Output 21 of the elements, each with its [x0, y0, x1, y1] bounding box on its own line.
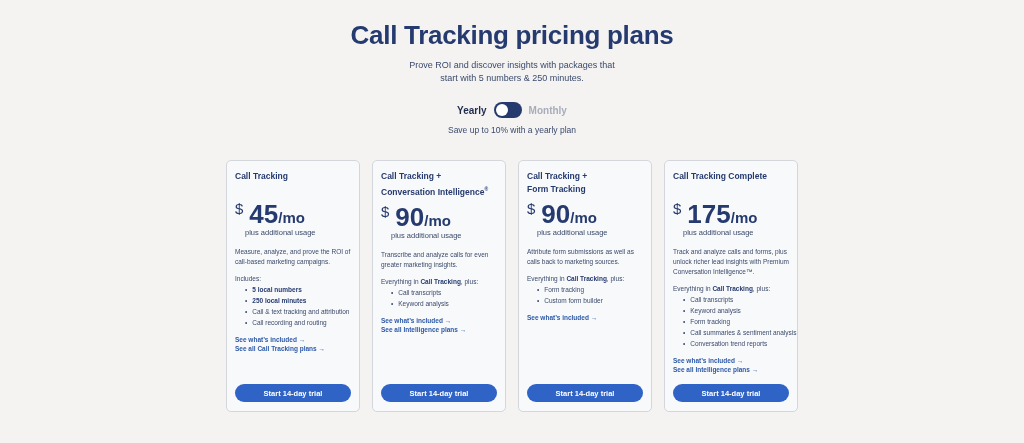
currency-symbol: $ — [673, 200, 682, 217]
plan-name: Call Tracking + Form Tracking — [527, 170, 589, 196]
currency-symbol: $ — [235, 200, 244, 217]
plan-price: 45 — [249, 200, 279, 228]
billing-toggle[interactable] — [493, 102, 522, 118]
plan-price: 90 — [541, 200, 571, 228]
savings-note: Save up to 10% with a yearly plan — [447, 125, 577, 135]
page-subtitle: Prove ROI and discover insights with packages that start with 5 numbers & 250 minutes. — [408, 59, 616, 85]
price-period: /mo — [278, 209, 305, 226]
plan-name: Call Tracking — [235, 170, 289, 183]
currency-symbol: $ — [527, 200, 536, 217]
currency-symbol: $ — [381, 202, 390, 220]
yearly-option[interactable]: Yearly — [457, 104, 487, 116]
plan-name: Call Tracking Complete — [673, 170, 768, 183]
price-period: /mo — [570, 209, 597, 226]
price-period: /mo — [424, 211, 451, 229]
page-title: Call Tracking pricing plans — [350, 20, 674, 51]
price-period: /mo — [730, 209, 758, 226]
plan-price: 175 — [687, 200, 731, 228]
plan-price: 90 — [395, 202, 425, 231]
plan-name: Call Tracking + Conversation Intelligence$^{®}$ — [381, 170, 490, 199]
